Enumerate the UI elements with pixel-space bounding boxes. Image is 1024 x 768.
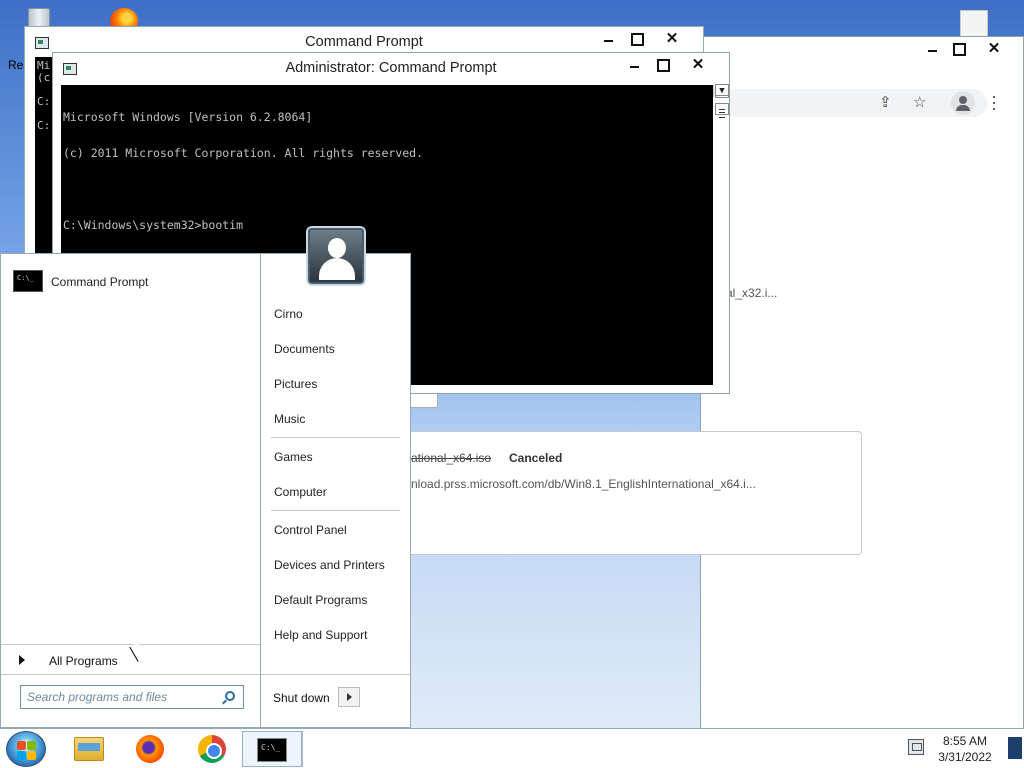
search-input[interactable] xyxy=(27,689,213,705)
taskbar-explorer-button[interactable] xyxy=(58,731,118,767)
start-button[interactable] xyxy=(6,731,46,767)
divider xyxy=(271,510,400,511)
divider xyxy=(1,674,260,675)
start-item-user-folder[interactable]: Cirno xyxy=(274,307,303,321)
console-line: C: xyxy=(37,119,51,132)
minimize-button[interactable] xyxy=(595,29,621,49)
console-line: C: xyxy=(37,95,51,108)
divider xyxy=(261,674,410,675)
vertical-scrollbar[interactable]: ▲ ▼ xyxy=(713,84,729,118)
start-item-control-panel[interactable]: Control Panel xyxy=(274,523,347,537)
desktop-file-icon[interactable] xyxy=(956,10,992,38)
scroll-down-button[interactable]: ▼ xyxy=(715,84,729,96)
profile-avatar[interactable] xyxy=(951,91,975,115)
bookmark-star-icon[interactable]: ☆ xyxy=(913,93,926,111)
divider xyxy=(1,644,260,645)
user-avatar[interactable] xyxy=(308,228,364,284)
address-bar[interactable] xyxy=(721,89,987,117)
maximize-button[interactable] xyxy=(945,39,971,59)
start-item-help-support[interactable]: Help and Support xyxy=(274,628,367,642)
close-button[interactable]: ✕ xyxy=(685,55,711,75)
maximize-button[interactable] xyxy=(623,29,649,49)
taskbar-firefox-button[interactable] xyxy=(120,731,180,767)
chrome-window: ✕ ⇪ ☆ · · · xyxy=(700,36,1024,730)
all-programs-label: All Programs xyxy=(49,654,118,668)
taskbar: 8:55 AM 3/31/2022 xyxy=(0,728,1024,768)
download-status: Canceled xyxy=(509,451,563,465)
start-item-pictures[interactable]: Pictures xyxy=(274,377,317,391)
search-icon[interactable] xyxy=(225,691,235,701)
start-menu-programs-pane: Command Prompt All Programs xyxy=(0,253,261,728)
console-line: (c xyxy=(37,71,51,84)
start-item-command-prompt[interactable]: Command Prompt xyxy=(13,270,249,294)
download-item-filename[interactable]: al_x32.i... xyxy=(726,286,777,300)
download-url: nload.prss.microsoft.com/db/Win8.1_Engli… xyxy=(411,477,756,491)
command-prompt-icon xyxy=(257,738,287,762)
share-icon[interactable]: ⇪ xyxy=(879,93,892,111)
network-icon[interactable] xyxy=(908,739,924,755)
program-label: Command Prompt xyxy=(51,275,149,289)
start-item-documents[interactable]: Documents xyxy=(274,342,335,356)
desktop-label-fragment: Re xyxy=(8,58,24,72)
download-card: ational_x64.iso Canceled nload.prss.micr… xyxy=(370,431,862,555)
console-line: Microsoft Windows [Version 6.2.8064] xyxy=(63,110,313,124)
system-clock[interactable]: 8:55 AM 3/31/2022 xyxy=(930,733,1000,765)
taskbar-cmd-button[interactable] xyxy=(242,731,302,767)
all-programs-button[interactable]: All Programs xyxy=(17,652,247,670)
arrow-right-icon xyxy=(19,655,25,665)
scroll-thumb[interactable] xyxy=(715,103,729,118)
clock-time: 8:55 AM xyxy=(942,734,988,748)
start-item-games[interactable]: Games xyxy=(274,450,313,464)
console-line: (c) 2011 Microsoft Corporation. All righ… xyxy=(63,146,424,160)
file-explorer-icon xyxy=(74,737,104,761)
clock-date: 3/31/2022 xyxy=(938,750,992,764)
shutdown-options-arrow-icon[interactable] xyxy=(338,687,360,707)
command-prompt-icon xyxy=(13,270,43,292)
minimize-button[interactable] xyxy=(919,39,945,59)
close-button[interactable]: ✕ xyxy=(659,29,685,49)
taskbar-chrome-button[interactable] xyxy=(182,731,242,767)
chrome-icon xyxy=(198,735,226,763)
console-line: C:\Windows\system32>bootim xyxy=(63,218,244,232)
maximize-button[interactable] xyxy=(649,55,675,75)
close-button[interactable]: ✕ xyxy=(981,39,1007,59)
search-box[interactable] xyxy=(20,685,244,709)
start-item-default-programs[interactable]: Default Programs xyxy=(274,593,367,607)
minimize-button[interactable] xyxy=(621,55,647,75)
taskbar-separator xyxy=(302,731,303,767)
show-desktop-button[interactable] xyxy=(1008,737,1022,759)
start-item-computer[interactable]: Computer xyxy=(274,485,327,499)
shutdown-button[interactable]: Shut down xyxy=(273,691,330,705)
start-menu-places-pane: Cirno Documents Pictures Music Games Com… xyxy=(261,253,411,728)
menu-kebab-icon[interactable]: · · · xyxy=(991,87,997,117)
firefox-icon xyxy=(136,735,164,763)
start-item-music[interactable]: Music xyxy=(274,412,305,426)
divider xyxy=(271,437,400,438)
start-item-devices-printers[interactable]: Devices and Printers xyxy=(274,558,385,572)
download-filename[interactable]: ational_x64.iso xyxy=(411,451,491,465)
